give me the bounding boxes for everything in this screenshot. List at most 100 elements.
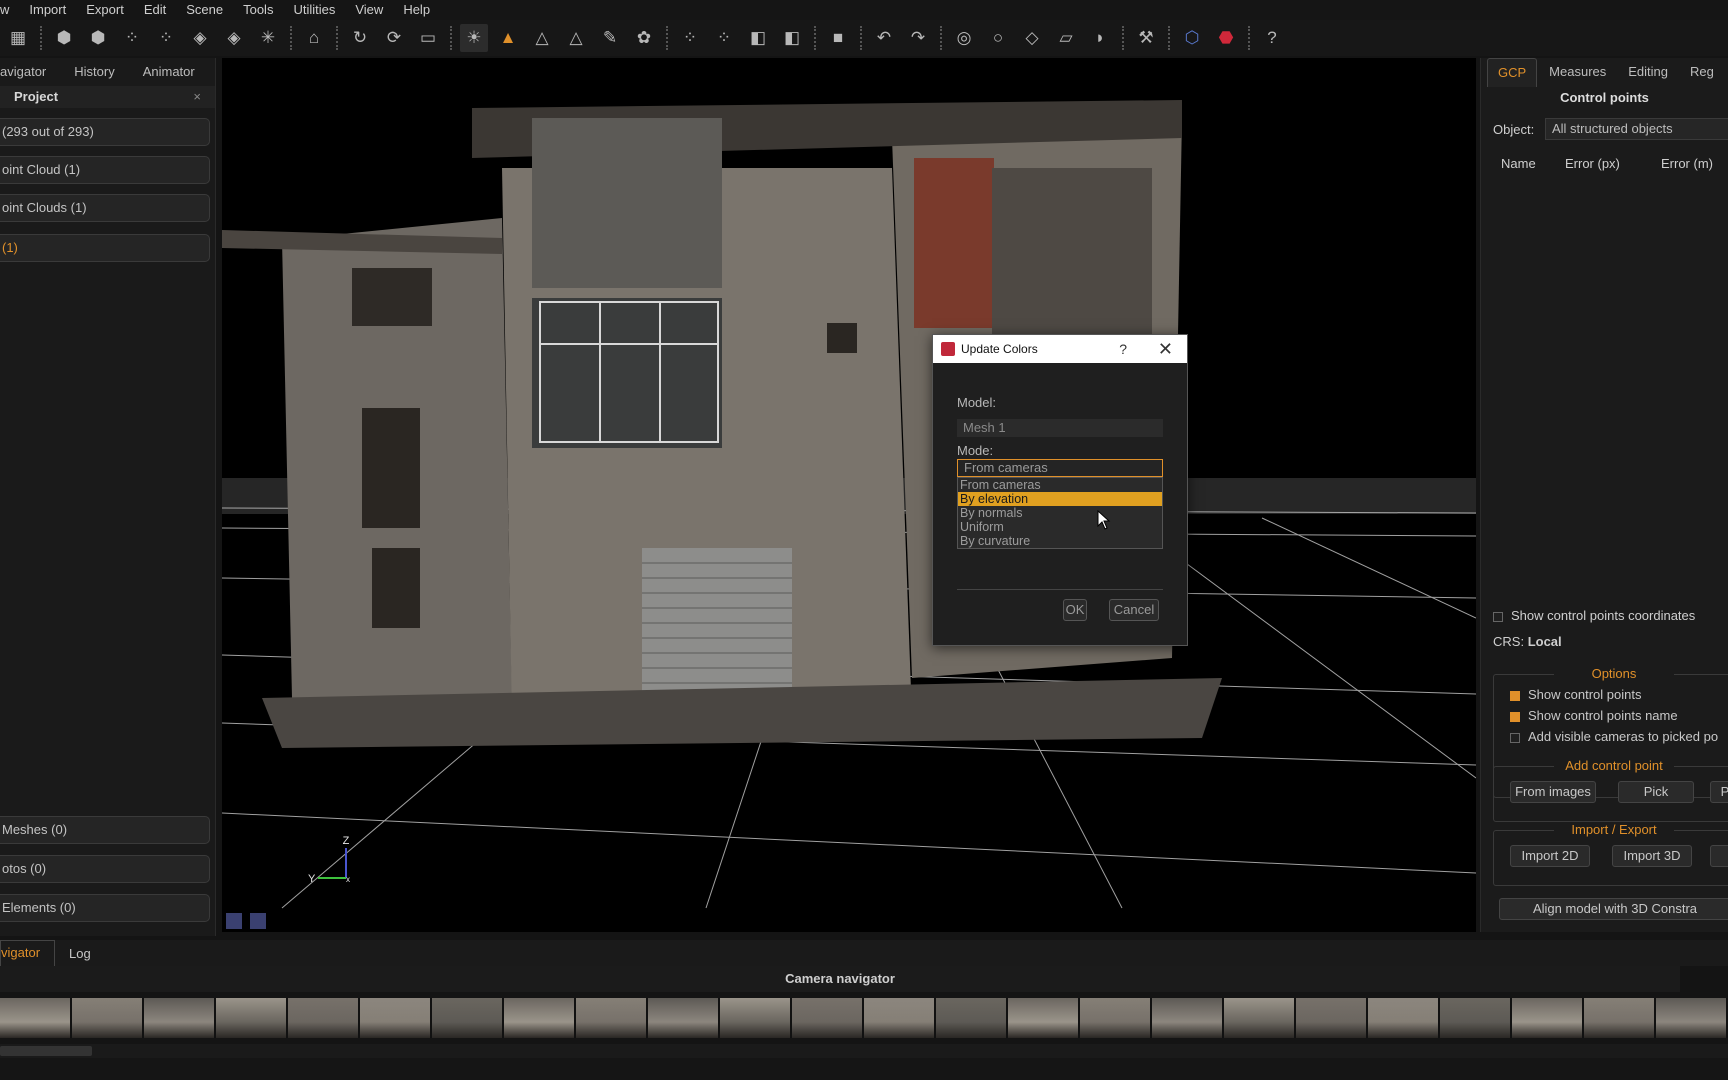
camera-thumbnail[interactable] — [1656, 998, 1726, 1038]
close-icon[interactable]: × — [193, 86, 201, 108]
camera-thumbnail[interactable] — [1224, 998, 1294, 1038]
tab-log[interactable]: Log — [55, 946, 105, 961]
camera-thumbnail[interactable] — [1368, 998, 1438, 1038]
mode-option[interactable]: By elevation — [958, 492, 1162, 506]
plane-icon[interactable]: ◇ — [1018, 24, 1046, 52]
mode-option[interactable]: By normals — [958, 506, 1162, 520]
cube-icon[interactable]: ⬢ — [84, 24, 112, 52]
menu-item-5[interactable]: Tools — [233, 0, 283, 20]
mesh-icon[interactable]: ◈ — [186, 24, 214, 52]
menu-item-1[interactable]: Import — [19, 0, 76, 20]
option-show-names[interactable]: Show control points name — [1510, 708, 1678, 723]
tab-animator[interactable]: Animator — [129, 58, 209, 86]
checkbox[interactable] — [1510, 732, 1520, 743]
menu-item-8[interactable]: Help — [393, 0, 440, 20]
brush-icon[interactable]: ✎ — [596, 24, 624, 52]
mode-option[interactable]: Uniform — [958, 520, 1162, 534]
mode-select[interactable]: From cameras — [957, 459, 1163, 477]
box-icon[interactable]: ◧ — [778, 24, 806, 52]
import-3d-button[interactable]: Import 3D — [1612, 845, 1692, 867]
more-button[interactable]: P — [1710, 781, 1728, 803]
points-icon[interactable]: ⁘ — [118, 24, 146, 52]
export-button[interactable] — [1710, 845, 1728, 867]
points-icon[interactable]: ⁘ — [710, 24, 738, 52]
magnet-icon[interactable]: ◗ — [1086, 24, 1114, 52]
camera-thumbnail[interactable] — [792, 998, 862, 1038]
camera-thumbnail[interactable] — [360, 998, 430, 1038]
points-icon[interactable]: ⁘ — [676, 24, 704, 52]
undo-icon[interactable]: ↶ — [870, 24, 898, 52]
checkbox[interactable] — [1510, 690, 1520, 701]
menu-item-3[interactable]: Edit — [134, 0, 176, 20]
tree-item-meshes[interactable]: Meshes (0) — [0, 816, 210, 844]
cube-icon[interactable]: ⬢ — [50, 24, 78, 52]
camera-thumbnail[interactable] — [720, 998, 790, 1038]
mode-option[interactable]: By curvature — [958, 534, 1162, 548]
from-images-button[interactable]: From images — [1510, 781, 1596, 803]
menu-item-0[interactable]: w — [0, 0, 19, 20]
camera-thumbnail[interactable] — [1008, 998, 1078, 1038]
menu-item-7[interactable]: View — [345, 0, 393, 20]
triangle-icon[interactable]: △ — [528, 24, 556, 52]
menu-item-2[interactable]: Export — [76, 0, 134, 20]
help-icon[interactable]: ? — [1258, 24, 1286, 52]
square-icon[interactable]: ■ — [824, 24, 852, 52]
camera-icon[interactable]: ⌂ — [300, 24, 328, 52]
tab-navigator[interactable]: avigator — [0, 58, 60, 86]
network-icon[interactable]: ✳ — [254, 24, 282, 52]
logo-icon[interactable]: ⬡ — [1178, 24, 1206, 52]
align-model-button[interactable]: Align model with 3D Constra — [1499, 898, 1728, 920]
box-icon[interactable]: ◧ — [744, 24, 772, 52]
camera-thumbnail[interactable] — [72, 998, 142, 1038]
tree-icon[interactable]: ✿ — [630, 24, 658, 52]
tab-gcp[interactable]: GCP — [1487, 57, 1538, 87]
orbit-icon[interactable]: ⟳ — [380, 24, 408, 52]
3d-viewport[interactable]: Z Y x — [222, 58, 1476, 932]
camera-thumbnail[interactable] — [936, 998, 1006, 1038]
camera-thumbnail[interactable] — [504, 998, 574, 1038]
cancel-button[interactable]: Cancel — [1109, 599, 1159, 621]
option-show-points[interactable]: Show control points — [1510, 687, 1641, 702]
camera-thumbnail[interactable] — [1584, 998, 1654, 1038]
col-error-m[interactable]: Error (m) — [1661, 156, 1713, 171]
circle-icon[interactable]: ○ — [984, 24, 1012, 52]
logo-red-icon[interactable]: ⬣ — [1212, 24, 1240, 52]
camera-thumbnail[interactable] — [1440, 998, 1510, 1038]
col-name[interactable]: Name — [1501, 156, 1536, 171]
lasso-icon[interactable]: ◎ — [950, 24, 978, 52]
camera-thumbnail[interactable] — [1152, 998, 1222, 1038]
mode-option[interactable]: From cameras — [958, 478, 1162, 492]
light-icon[interactable]: ☀ — [460, 24, 488, 52]
option-add-cameras[interactable]: Add visible cameras to picked po — [1510, 729, 1718, 744]
points-icon[interactable]: ⁘ — [152, 24, 180, 52]
select-icon[interactable]: ▦ — [4, 24, 32, 52]
tab-measures[interactable]: Measures — [1539, 58, 1616, 86]
camera-thumbnail[interactable] — [648, 998, 718, 1038]
object-select[interactable]: All structured objects — [1545, 118, 1728, 140]
ok-button[interactable]: OK — [1063, 599, 1087, 621]
color-icon[interactable]: ▲ — [494, 24, 522, 52]
close-icon[interactable]: ✕ — [1158, 335, 1173, 363]
triangle-icon[interactable]: △ — [562, 24, 590, 52]
rotate-icon[interactable]: ↻ — [346, 24, 374, 52]
mesh-icon[interactable]: ◈ — [220, 24, 248, 52]
camera-thumbnail[interactable] — [0, 998, 70, 1038]
camera-thumbnail[interactable] — [288, 998, 358, 1038]
help-icon[interactable]: ? — [1119, 335, 1127, 363]
pick-button[interactable]: Pick — [1618, 781, 1694, 803]
tab-camera-navigator[interactable]: vigator — [0, 940, 56, 966]
show-coords-checkbox[interactable] — [1493, 611, 1503, 622]
camera-thumbnail[interactable] — [216, 998, 286, 1038]
camera-thumbnail[interactable] — [432, 998, 502, 1038]
camera-thumbnail[interactable] — [1296, 998, 1366, 1038]
tree-item-selected[interactable]: (1) — [0, 234, 210, 262]
menu-item-4[interactable]: Scene — [176, 0, 233, 20]
tree-item-point-cloud[interactable]: oint Cloud (1) — [0, 156, 210, 184]
tab-history[interactable]: History — [60, 58, 128, 86]
menu-item-6[interactable]: Utilities — [283, 0, 345, 20]
tree-item-photos[interactable]: otos (0) — [0, 855, 210, 883]
camera-thumbnail[interactable] — [576, 998, 646, 1038]
camera-thumbnail[interactable] — [864, 998, 934, 1038]
redo-icon[interactable]: ↷ — [904, 24, 932, 52]
camera-thumbnail[interactable] — [144, 998, 214, 1038]
